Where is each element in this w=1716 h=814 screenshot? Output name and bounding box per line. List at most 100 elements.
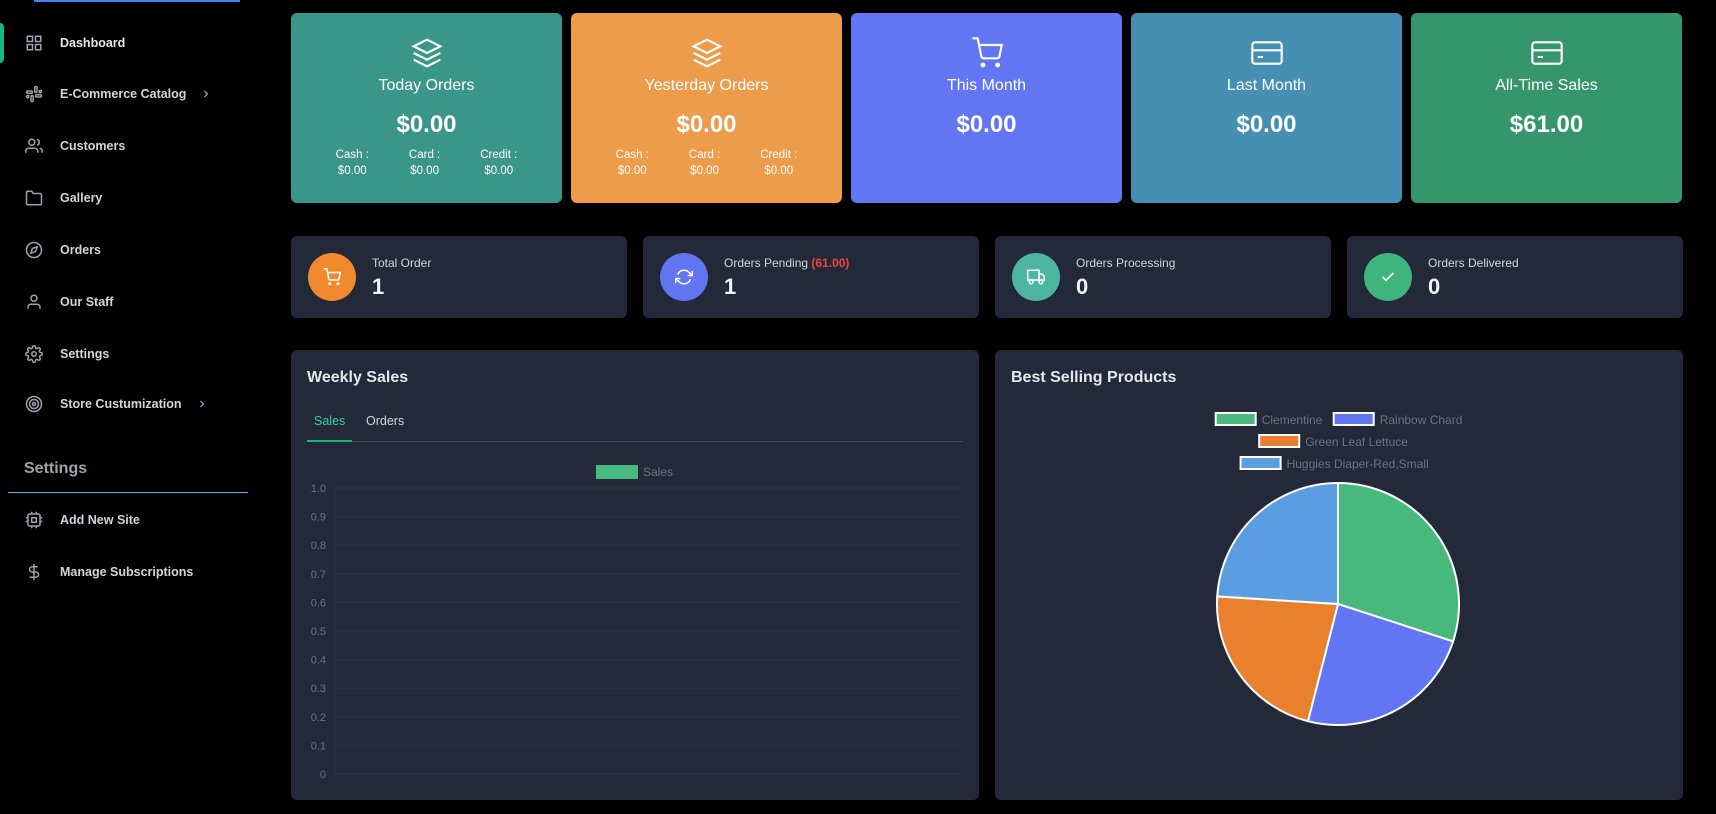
stat-label-text: Orders Pending	[724, 256, 809, 270]
y-tick-label: 0.2	[311, 712, 326, 724]
stat-value: 1	[724, 274, 737, 299]
credit-value: $0.00	[764, 165, 794, 177]
compass-icon	[24, 240, 44, 260]
stat-label: Orders Delivered	[1428, 256, 1519, 270]
payment-breakdown: Cash : $0.00 Card : $0.00 Credit : $0.00	[571, 147, 842, 179]
card-value: $0.00	[396, 111, 457, 138]
slack-icon	[24, 84, 44, 104]
sidebar-item-ecommerce-catalog[interactable]: E-Commerce Catalog	[0, 74, 257, 114]
pie-slice	[1216, 481, 1339, 606]
sidebar-item-store-customization[interactable]: Store Custumization	[0, 384, 257, 424]
card-label: Card :	[408, 149, 441, 161]
sidebar-item-dashboard[interactable]: Dashboard	[0, 23, 257, 63]
sidebar-item-label: E-Commerce Catalog	[60, 87, 187, 101]
orders-processing-card: Orders Processing 0	[995, 236, 1331, 318]
all-time-sales-card: All-Time Sales $61.00	[1411, 13, 1682, 203]
cash-breakdown: Cash : $0.00	[336, 147, 369, 179]
orders-pending-card: Orders Pending (61.00) 1	[643, 236, 979, 318]
sidebar-item-orders[interactable]: Orders	[0, 230, 257, 270]
truck-icon	[1012, 253, 1060, 301]
y-tick-label: 0.7	[311, 569, 326, 581]
card-breakdown: Card : $0.00	[409, 147, 440, 179]
y-tick-label: 0.8	[311, 540, 326, 552]
cash-breakdown: Cash : $0.00	[616, 147, 649, 179]
stat-value: 0	[1428, 274, 1441, 299]
y-tick-label: 0.5	[311, 626, 326, 638]
credit-breakdown: Credit : $0.00	[480, 147, 517, 179]
legend-label: Clementine	[1262, 413, 1323, 427]
stat-label: Total Order	[372, 256, 432, 270]
cash-value: $0.00	[617, 165, 647, 177]
sidebar-item-label: Settings	[60, 347, 110, 361]
layers-icon	[571, 37, 842, 69]
cart-icon	[851, 37, 1122, 69]
weekly-sales-chart: Sales 1.0 0.9 0.8 0.7 0.6 0.5 0.4 0.3 0.2 0.1 0	[311, 465, 963, 781]
sidebar-item-label: Add New Site	[60, 513, 140, 527]
pending-amount: (61.00)	[811, 256, 850, 270]
card-title: All-Time Sales	[1495, 77, 1598, 94]
legend-label: Huggies Diaper-Red,Small	[1287, 457, 1429, 471]
best-selling-pie-chart: Clementine Rainbow Chard Green Leaf Lettuc…	[1214, 412, 1462, 726]
legend-label: Green Leaf Lettuce	[1305, 435, 1408, 449]
refresh-icon	[660, 253, 708, 301]
sidebar-item-manage-subscriptions[interactable]: Manage Subscriptions	[0, 552, 257, 592]
stat-label: Orders Pending (61.00)	[724, 256, 849, 270]
legend-label-sales: Sales	[643, 465, 673, 479]
settings-section-heading: Settings	[24, 460, 88, 477]
settings-divider	[8, 492, 248, 493]
sidebar-item-gallery[interactable]: Gallery	[0, 178, 257, 218]
stat-value: 0	[1076, 274, 1089, 299]
cart-icon	[308, 253, 356, 301]
y-tick-label: 0.6	[311, 597, 326, 609]
sidebar-top-divider	[34, 0, 240, 2]
payment-breakdown: Cash : $0.00 Card : $0.00 Credit : $0.00	[291, 147, 562, 179]
card-value: $0.00	[1236, 111, 1297, 138]
y-tick-label: 0.3	[311, 683, 326, 695]
y-tick-label: 0	[320, 769, 326, 781]
sidebar-item-label: Our Staff	[60, 295, 114, 309]
stat-label: Orders Processing	[1076, 256, 1176, 270]
credit-label: Credit :	[760, 149, 798, 161]
yesterday-orders-card: Yesterday Orders $0.00 Cash : $0.00 Card …	[571, 13, 842, 203]
total-order-card: Total Order 1	[291, 236, 627, 318]
folder-icon	[24, 188, 44, 208]
sidebar-item-settings[interactable]: Settings	[0, 334, 257, 374]
card-value: $0.00	[676, 111, 737, 138]
users-icon	[24, 136, 44, 156]
sidebar-item-add-new-site[interactable]: Add New Site	[0, 500, 257, 540]
weekly-sales-panel: Weekly Sales Sales Orders Sales 1.0 0.9 0.8…	[291, 350, 979, 800]
y-tick-label: 0.1	[311, 740, 326, 752]
card-value-sub: $0.00	[690, 165, 719, 177]
credit-label: Credit :	[480, 149, 518, 161]
gear-icon	[24, 344, 44, 364]
legend-swatch	[1214, 412, 1257, 426]
credit-card-icon	[1131, 37, 1402, 69]
cash-value: $0.00	[337, 165, 367, 177]
orders-delivered-card: Orders Delivered 0	[1347, 236, 1683, 318]
credit-card-icon	[1411, 37, 1682, 69]
sidebar-item-label: Dashboard	[60, 36, 126, 50]
target-icon	[24, 394, 44, 414]
sidebar-item-our-staff[interactable]: Our Staff	[0, 282, 257, 322]
layers-icon	[291, 37, 562, 69]
chevron-right-icon	[196, 398, 208, 410]
legend-swatch-sales	[596, 465, 638, 479]
cash-label: Cash :	[335, 149, 369, 161]
sidebar-item-label: Manage Subscriptions	[60, 565, 194, 579]
sidebar-item-label: Customers	[60, 139, 126, 153]
sidebar-item-label: Orders	[60, 243, 101, 257]
sidebar-item-customers[interactable]: Customers	[0, 126, 257, 166]
y-tick-label: 0.9	[311, 512, 326, 524]
legend-swatch	[1258, 434, 1301, 448]
card-breakdown: Card : $0.00	[689, 147, 720, 179]
dollar-icon	[24, 562, 44, 582]
user-icon	[24, 292, 44, 312]
chevron-right-icon	[200, 88, 212, 100]
legend-swatch	[1332, 412, 1375, 426]
card-title: Today Orders	[378, 77, 475, 94]
stat-value: 1	[372, 274, 385, 299]
card-title: This Month	[946, 77, 1027, 94]
today-orders-card: Today Orders $0.00 Cash : $0.00 Card : $0.…	[291, 13, 562, 203]
card-label: Card :	[688, 149, 721, 161]
y-tick-label: 0.4	[311, 655, 326, 667]
